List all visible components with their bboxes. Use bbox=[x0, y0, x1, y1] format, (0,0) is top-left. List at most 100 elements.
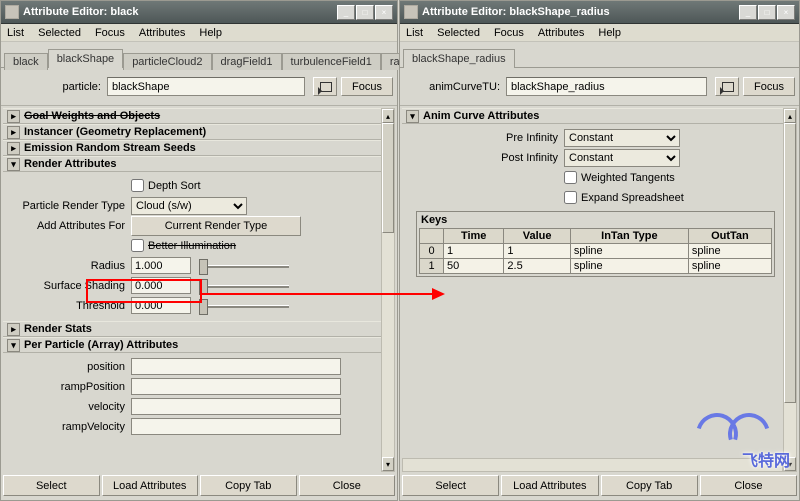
minimize-button[interactable]: _ bbox=[739, 5, 757, 20]
post-infinity-select[interactable]: Constant bbox=[564, 149, 680, 167]
position-input[interactable] bbox=[131, 358, 341, 375]
tab-dragfield1[interactable]: dragField1 bbox=[212, 53, 282, 70]
close-button-bottom[interactable]: Close bbox=[700, 475, 797, 496]
current-render-type-button[interactable]: Current Render Type bbox=[131, 216, 301, 236]
expand-right-icon[interactable]: ▸ bbox=[7, 126, 20, 139]
expand-right-icon[interactable]: ▸ bbox=[7, 110, 20, 123]
menubar-left: List Selected Focus Attributes Help bbox=[1, 24, 397, 42]
select-button[interactable]: Select bbox=[402, 475, 499, 496]
focus-button[interactable]: Focus bbox=[341, 77, 393, 96]
particle-render-type-label: Particle Render Type bbox=[15, 200, 131, 212]
select-button[interactable]: Select bbox=[3, 475, 100, 496]
table-row: 1 50 2.5 spline spline bbox=[420, 259, 772, 274]
particle-input[interactable] bbox=[107, 77, 305, 96]
menubar-right: List Selected Focus Attributes Help bbox=[400, 24, 799, 42]
cell-outtan[interactable]: spline bbox=[688, 244, 771, 259]
scroll-down-icon[interactable]: ▾ bbox=[784, 457, 796, 471]
expand-spreadsheet-checkbox[interactable] bbox=[564, 191, 577, 204]
horizontal-scrollbar[interactable] bbox=[402, 458, 783, 472]
expand-down-icon[interactable]: ▾ bbox=[406, 110, 419, 123]
menu-focus[interactable]: Focus bbox=[494, 27, 524, 39]
col-idx bbox=[420, 229, 444, 244]
scroll-up-icon[interactable]: ▴ bbox=[784, 109, 796, 123]
tab-particlecloud2[interactable]: particleCloud2 bbox=[123, 53, 211, 70]
col-intan: InTan Type bbox=[570, 229, 688, 244]
close-button-bottom[interactable]: Close bbox=[299, 475, 396, 496]
menu-attributes[interactable]: Attributes bbox=[139, 27, 185, 39]
post-infinity-label: Post Infinity bbox=[414, 152, 564, 164]
ramp-position-input[interactable] bbox=[131, 378, 341, 395]
radius-row: Radius bbox=[15, 256, 375, 275]
bottom-bar: Select Load Attributes Copy Tab Close bbox=[3, 475, 395, 498]
expand-spreadsheet-label: Expand Spreadsheet bbox=[581, 192, 684, 204]
threshold-slider[interactable] bbox=[199, 299, 289, 313]
menu-selected[interactable]: Selected bbox=[437, 27, 480, 39]
scroll-up-icon[interactable]: ▴ bbox=[382, 109, 394, 123]
radius-slider[interactable] bbox=[199, 259, 289, 273]
load-selection-icon[interactable] bbox=[313, 77, 337, 96]
load-attributes-button[interactable]: Load Attributes bbox=[102, 475, 199, 496]
tab-blackshape[interactable]: blackShape bbox=[48, 49, 124, 68]
copy-tab-button[interactable]: Copy Tab bbox=[200, 475, 297, 496]
col-time: Time bbox=[444, 229, 504, 244]
cell-time[interactable]: 1 bbox=[444, 244, 504, 259]
attribute-body-right: ▾ Anim Curve Attributes Pre Infinity Con… bbox=[402, 108, 783, 472]
animcurve-label: animCurveTU: bbox=[404, 81, 506, 93]
weighted-tangents-checkbox[interactable] bbox=[564, 171, 577, 184]
scroll-down-icon[interactable]: ▾ bbox=[382, 457, 394, 471]
minimize-button[interactable]: _ bbox=[337, 5, 355, 20]
position-label: position bbox=[15, 361, 131, 373]
depth-sort-checkbox[interactable] bbox=[131, 179, 144, 192]
weighted-tangents-label: Weighted Tangents bbox=[581, 172, 675, 184]
tab-blackshape-radius[interactable]: blackShape_radius bbox=[403, 49, 515, 68]
maximize-button[interactable]: □ bbox=[356, 5, 374, 20]
better-illum-checkbox[interactable] bbox=[131, 239, 144, 252]
expand-right-icon[interactable]: ▸ bbox=[7, 323, 20, 336]
tab-black[interactable]: black bbox=[4, 53, 48, 70]
menu-focus[interactable]: Focus bbox=[95, 27, 125, 39]
menu-list[interactable]: List bbox=[406, 27, 423, 39]
better-illum-label: Better Illumination bbox=[148, 240, 236, 252]
vertical-scrollbar[interactable]: ▴ ▾ bbox=[783, 108, 797, 472]
surface-shading-slider[interactable] bbox=[199, 279, 289, 293]
section-per-particle-label: Per Particle (Array) Attributes bbox=[24, 339, 178, 351]
ramp-velocity-input[interactable] bbox=[131, 418, 341, 435]
section-render-stats: ▸ Render Stats bbox=[3, 321, 381, 337]
radius-input[interactable] bbox=[131, 257, 191, 274]
scroll-thumb[interactable] bbox=[784, 123, 796, 403]
menu-list[interactable]: List bbox=[7, 27, 24, 39]
per-particle-body: position rampPosition velocity rampVeloc… bbox=[3, 353, 381, 442]
pre-infinity-select[interactable]: Constant bbox=[564, 129, 680, 147]
load-attributes-button[interactable]: Load Attributes bbox=[501, 475, 598, 496]
menu-help[interactable]: Help bbox=[598, 27, 621, 39]
load-selection-icon[interactable] bbox=[715, 77, 739, 96]
section-emission: ▸ Emission Random Stream Seeds bbox=[3, 140, 381, 156]
close-button[interactable]: × bbox=[777, 5, 795, 20]
cell-value[interactable]: 1 bbox=[504, 244, 570, 259]
section-render-stats-label: Render Stats bbox=[24, 323, 92, 335]
expand-down-icon[interactable]: ▾ bbox=[7, 339, 20, 352]
expand-down-icon[interactable]: ▾ bbox=[7, 158, 20, 171]
cell-intan[interactable]: spline bbox=[570, 259, 688, 274]
maximize-button[interactable]: □ bbox=[758, 5, 776, 20]
expand-right-icon[interactable]: ▸ bbox=[7, 142, 20, 155]
cell-intan[interactable]: spline bbox=[570, 244, 688, 259]
cell-time[interactable]: 50 bbox=[444, 259, 504, 274]
cell-outtan[interactable]: spline bbox=[688, 259, 771, 274]
close-button[interactable]: × bbox=[375, 5, 393, 20]
particle-label: particle: bbox=[5, 81, 107, 93]
menu-help[interactable]: Help bbox=[199, 27, 222, 39]
animcurve-input[interactable] bbox=[506, 77, 707, 96]
velocity-input[interactable] bbox=[131, 398, 341, 415]
particle-form: particle: Focus bbox=[1, 68, 397, 106]
vertical-scrollbar[interactable]: ▴ ▾ bbox=[381, 108, 395, 472]
menu-selected[interactable]: Selected bbox=[38, 27, 81, 39]
cell-value[interactable]: 2.5 bbox=[504, 259, 570, 274]
copy-tab-button[interactable]: Copy Tab bbox=[601, 475, 698, 496]
app-icon bbox=[5, 5, 19, 19]
menu-attributes[interactable]: Attributes bbox=[538, 27, 584, 39]
focus-button[interactable]: Focus bbox=[743, 77, 795, 96]
scroll-thumb[interactable] bbox=[382, 123, 394, 233]
tab-turbulencefield1[interactable]: turbulenceField1 bbox=[282, 53, 381, 70]
particle-render-type-select[interactable]: Cloud (s/w) bbox=[131, 197, 247, 215]
